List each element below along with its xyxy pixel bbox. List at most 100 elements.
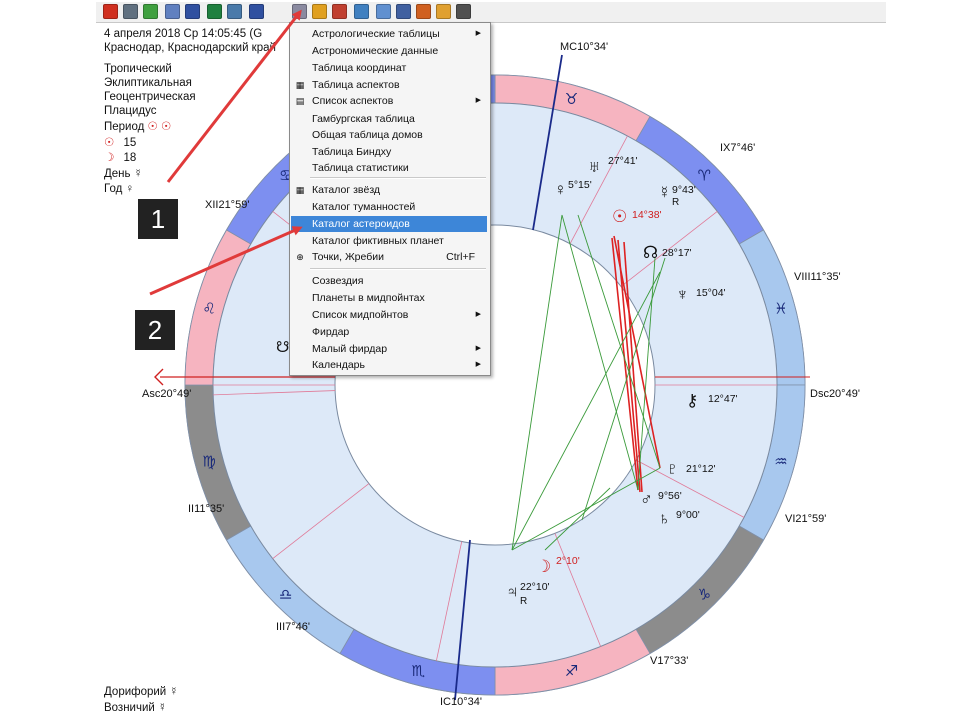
menu-item-label: Таблица Биндху [312, 146, 392, 158]
menu-item[interactable]: Астрономические данные [291, 43, 487, 59]
planet-degree: 9°43' [672, 184, 696, 196]
asc-label: Asc20°49' [142, 388, 191, 400]
zodiac-sign-glyph: ♓ [774, 300, 787, 317]
menu-item[interactable]: Планеты в мидпойнтах [291, 290, 487, 306]
menu-item-label: Планеты в мидпойнтах [312, 292, 425, 304]
menu-item[interactable]: Таблица координат [291, 60, 487, 76]
menu-item[interactable]: Таблица статистики [291, 160, 487, 176]
moon-icon[interactable]: ☽ [536, 557, 551, 576]
planet-degree: 2°10' [556, 555, 580, 567]
menu-item[interactable]: Календарь ▶ [291, 357, 487, 373]
jupiter-icon[interactable]: ♃ [506, 582, 519, 601]
menu-separator [310, 268, 486, 270]
submenu-arrow-icon: ▶ [475, 97, 481, 104]
planet-degree: 28°17' [662, 247, 692, 259]
menu-item[interactable]: Таблица Биндху [291, 144, 487, 160]
menu-item-label: Список аспектов [312, 95, 394, 107]
mars-icon[interactable]: ♂ [640, 490, 653, 509]
zodiac-sign-glyph: ♍ [202, 454, 215, 471]
house-vi-label: VI21°59' [785, 513, 826, 525]
menu-item-label: Точки, Жребии [312, 251, 384, 263]
venus-icon[interactable]: ♀ [554, 180, 567, 199]
mc-label: MC10°34' [560, 41, 608, 53]
zodiac-sign-glyph: ♈ [698, 168, 711, 185]
menu-item-label: Календарь [312, 359, 365, 371]
neptune-icon[interactable]: ♆ [676, 285, 689, 304]
node-icon[interactable]: ☊ [643, 243, 658, 262]
house-ix-label: IX7°46' [720, 142, 755, 154]
menu-item-label: Гамбургская таблица [312, 113, 415, 125]
menu-item[interactable]: ⊕ Точки, Жребии Ctrl+F [291, 249, 487, 265]
menu-item[interactable]: Каталог астероидов [291, 216, 487, 232]
zodiac-sign-glyph: ♒ [774, 454, 787, 471]
planet-degree: 9°00' [676, 509, 700, 521]
planet-degree: 27°41' [608, 155, 638, 167]
house-ii-label: II11°35' [188, 503, 224, 515]
submenu-arrow-icon: ▶ [475, 361, 481, 368]
uranus-icon[interactable]: ♅ [588, 157, 601, 176]
callout-1: 1 [138, 199, 178, 239]
mercury-icon[interactable]: ☿ [658, 183, 671, 202]
planet-degree: 14°38' [632, 209, 662, 221]
retrograde-marker: R [672, 197, 679, 208]
sun-icon[interactable]: ☉ [612, 207, 627, 226]
menu-item-label: Каталог астероидов [312, 218, 410, 230]
menu-item-label: Малый фирдар [312, 343, 388, 355]
house-viii-label: VIII11°35' [794, 271, 841, 283]
menu-item-label: Общая таблица домов [312, 129, 423, 141]
menu-item-shortcut: Ctrl+F [446, 251, 475, 263]
retrograde-marker: R [520, 596, 527, 607]
dsc-label: Dsc20°49' [810, 388, 860, 400]
menu-item-label: Астрологические таблицы [312, 28, 440, 40]
zodiac-sign-glyph: ♎ [279, 586, 292, 603]
menu-item[interactable]: ▦ Каталог звёзд [291, 182, 487, 198]
callout-2: 2 [135, 310, 175, 350]
submenu-arrow-icon: ▶ [475, 30, 481, 37]
menu-item[interactable]: Астрологические таблицы ▶ [291, 26, 487, 42]
menu-separator [310, 177, 486, 179]
menu-item-label: Фирдар [312, 326, 350, 338]
house-v-label: V17°33' [650, 655, 688, 667]
submenu-arrow-icon: ▶ [475, 311, 481, 318]
house-iii-label: III7°46' [276, 621, 310, 633]
menu-item-label: Каталог фиктивных планет [312, 235, 444, 247]
menu-item-label: Таблица аспектов [312, 79, 400, 91]
south-node-icon[interactable]: ☋ [276, 339, 289, 356]
zodiac-sign-glyph: ♉ [565, 91, 578, 108]
zodiac-sign-glyph: ♑ [698, 586, 711, 603]
planet-degree: 21°12' [686, 463, 716, 475]
menu-item[interactable]: ▤ Список аспектов ▶ [291, 93, 487, 109]
menu-item[interactable]: Каталог туманностей [291, 199, 487, 215]
planet-degree: 15°04' [696, 287, 726, 299]
table-icon: ▦ [295, 80, 305, 90]
menu-item[interactable]: Созвездия [291, 273, 487, 289]
tables-dropdown-menu: Астрологические таблицы ▶ Астрономические … [289, 22, 491, 376]
table-icon: ▦ [295, 185, 305, 195]
chiron-icon[interactable]: ⚷ [686, 391, 698, 410]
planet-degree: 9°56' [658, 490, 682, 502]
menu-item[interactable]: ▦ Таблица аспектов [291, 77, 487, 93]
submenu-arrow-icon: ▶ [475, 345, 481, 352]
menu-item-label: Каталог туманностей [312, 201, 416, 213]
menu-item[interactable]: Общая таблица домов [291, 127, 487, 143]
pluto-icon[interactable]: ♇ [666, 459, 679, 478]
saturn-icon[interactable]: ♄ [658, 509, 671, 528]
menu-item[interactable]: Гамбургская таблица [291, 111, 487, 127]
menu-item-label: Каталог звёзд [312, 184, 381, 196]
table-icon: ▤ [295, 96, 305, 106]
menu-item[interactable]: Каталог фиктивных планет [291, 233, 487, 249]
menu-item[interactable]: Список мидпойнтов ▶ [291, 307, 487, 323]
zodiac-sign-glyph: ♏ [412, 663, 426, 680]
planet-degree: 12°47' [708, 393, 738, 405]
house-xii-label: XII21°59' [205, 199, 249, 211]
menu-item[interactable]: Малый фирдар ▶ [291, 341, 487, 357]
menu-item-label: Созвездия [312, 275, 364, 287]
points-icon: ⊕ [296, 252, 304, 262]
menu-item-label: Астрономические данные [312, 45, 439, 57]
menu-item[interactable]: Фирдар [291, 324, 487, 340]
menu-item-label: Таблица статистики [312, 162, 409, 174]
menu-item-label: Список мидпойнтов [312, 309, 409, 321]
menu-item-label: Таблица координат [312, 62, 407, 74]
ic-label: IC10°34' [440, 696, 482, 708]
zodiac-sign-glyph: ♌ [202, 300, 215, 317]
